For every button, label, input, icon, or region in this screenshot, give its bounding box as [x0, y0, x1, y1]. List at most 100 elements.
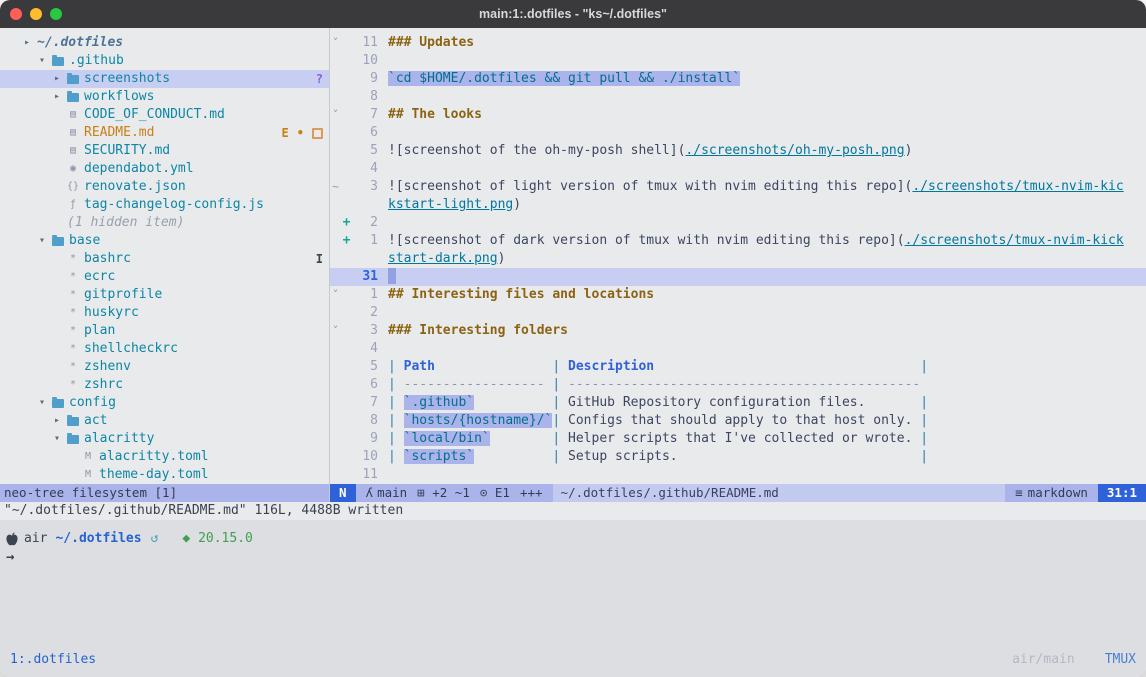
line-number: 11: [352, 466, 378, 484]
diagnostics-count: ⊙ E1: [480, 484, 510, 502]
editor-line[interactable]: 9`cd $HOME/.dotfiles && git pull && ./in…: [330, 70, 1146, 88]
arrow-icon: →: [6, 549, 14, 565]
expander-icon[interactable]: ▾: [39, 394, 52, 412]
tree-item-workflows[interactable]: ▸workflows: [0, 88, 329, 106]
editor-line[interactable]: ~3![screenshot of light version of tmux …: [330, 178, 1146, 196]
text-segment: |: [388, 377, 404, 392]
expander-icon[interactable]: ▸: [54, 412, 67, 430]
tree-item-bashrc[interactable]: *bashrcI: [0, 250, 329, 268]
tree-item-label: (1 hidden item): [67, 214, 184, 232]
git-sign: +: [341, 214, 352, 232]
expander-icon[interactable]: ▸: [54, 88, 67, 106]
folder-icon: [67, 417, 79, 426]
editor-line[interactable]: 10| `scripts` | Setup scripts. |: [330, 448, 1146, 466]
expander-icon[interactable]: ▸: [24, 34, 37, 52]
editor-line[interactable]: 10: [330, 52, 1146, 70]
tree-item-1-hidden-item[interactable]: (1 hidden item): [0, 214, 329, 232]
editor-line[interactable]: 7| `.github` | GitHub Repository configu…: [330, 394, 1146, 412]
editor-line[interactable]: start-dark.png): [330, 250, 1146, 268]
folder-icon: [52, 57, 64, 66]
editor-line[interactable]: 9| `local/bin` | Helper scripts that I'v…: [330, 430, 1146, 448]
close-button[interactable]: [10, 8, 22, 20]
tree-item-code-of-conduct-md[interactable]: ▤CODE_OF_CONDUCT.md: [0, 106, 329, 124]
editor-line[interactable]: 2: [330, 304, 1146, 322]
fold-marker: [330, 196, 341, 214]
git-sign: [341, 430, 352, 448]
tree-item-renovate-json[interactable]: {}renovate.json: [0, 178, 329, 196]
editor-line[interactable]: 6: [330, 124, 1146, 142]
tree-item-tag-changelog-config-js[interactable]: ƒtag-changelog-config.js: [0, 196, 329, 214]
tmux-window-name[interactable]: 1:.dotfiles: [10, 651, 96, 669]
editor-line[interactable]: +2: [330, 214, 1146, 232]
line-number: 7: [352, 106, 378, 124]
editor-line[interactable]: 8| `hosts/{hostname}/`| Configs that sho…: [330, 412, 1146, 430]
json-file-icon: {}: [67, 178, 79, 196]
line-number: 1: [352, 232, 378, 250]
text-segment: |: [552, 431, 568, 446]
editor-line[interactable]: kstart-light.png): [330, 196, 1146, 214]
tree-item-act[interactable]: ▸act: [0, 412, 329, 430]
tree-item-dependabot-yml[interactable]: ◉dependabot.yml: [0, 160, 329, 178]
line-number: 10: [352, 52, 378, 70]
tree-item-theme-day-toml[interactable]: Mtheme-day.toml: [0, 466, 329, 484]
editor-buffer[interactable]: ˅11### Updates109`cd $HOME/.dotfiles && …: [330, 28, 1146, 484]
fold-marker: [330, 268, 341, 286]
editor-line[interactable]: 6| ------------------ | ----------------…: [330, 376, 1146, 394]
tree-item-dotfiles[interactable]: ▸~/.dotfiles: [0, 34, 329, 52]
zoom-button[interactable]: [50, 8, 62, 20]
editor-line[interactable]: +1![screenshot of dark version of tmux w…: [330, 232, 1146, 250]
tree-item-huskyrc[interactable]: *huskyrc: [0, 304, 329, 322]
tmux-label: TMUX: [1105, 651, 1136, 669]
expander-icon[interactable]: ▾: [39, 232, 52, 250]
expander-icon[interactable]: ▸: [54, 70, 67, 88]
tree-item-label: zshenv: [84, 358, 131, 376]
tree-item-readme-md[interactable]: ▤README.mdE•: [0, 124, 329, 142]
apple-icon: [6, 532, 18, 546]
tree-item-shellcheckrc[interactable]: *shellcheckrc: [0, 340, 329, 358]
tree-item-zshenv[interactable]: *zshenv: [0, 358, 329, 376]
editor-line[interactable]: 5![screenshot of the oh-my-posh shell](.…: [330, 142, 1146, 160]
gutter-gap: [378, 106, 388, 124]
expander-icon[interactable]: ▾: [54, 430, 67, 448]
prompt-arrow[interactable]: →: [6, 548, 1146, 566]
window-title: main:1:.dotfiles - "ks~/.dotfiles": [479, 7, 667, 21]
tree-item-plan[interactable]: *plan: [0, 322, 329, 340]
line-number: 31: [352, 268, 378, 286]
git-branch-icon: ʎ: [366, 484, 374, 502]
tree-item-ecrc[interactable]: *ecrc: [0, 268, 329, 286]
tree-item-base[interactable]: ▾base: [0, 232, 329, 250]
tree-item-label: gitprofile: [84, 286, 162, 304]
editor-line[interactable]: 5| Path | Description |: [330, 358, 1146, 376]
editor-line[interactable]: 8: [330, 88, 1146, 106]
line-text: [388, 268, 1146, 286]
tree-item-config[interactable]: ▾config: [0, 394, 329, 412]
tree-item-security-md[interactable]: ▤SECURITY.md: [0, 142, 329, 160]
editor-line[interactable]: ˅11### Updates: [330, 34, 1146, 52]
tree-item-alacritty[interactable]: ▾alacritty: [0, 430, 329, 448]
text-segment: |: [388, 413, 404, 428]
gutter-gap: [378, 250, 388, 268]
tree-item-zshrc[interactable]: *zshrc: [0, 376, 329, 394]
editor-line[interactable]: 31: [330, 268, 1146, 286]
tree-item-screenshots[interactable]: ▸screenshots?: [0, 70, 329, 88]
fold-marker: [330, 70, 341, 88]
gutter-gap: [378, 268, 388, 286]
editor-line[interactable]: ˅7## The looks: [330, 106, 1146, 124]
tree-item-github[interactable]: ▾.github: [0, 52, 329, 70]
editor-line[interactable]: ˅1## Interesting files and locations: [330, 286, 1146, 304]
gutter-gap: [378, 214, 388, 232]
text-segment: ): [905, 143, 913, 158]
text-segment: |: [552, 413, 568, 428]
tree-item-gitprofile[interactable]: *gitprofile: [0, 286, 329, 304]
git-status-badges: ?: [316, 70, 329, 88]
editor-line[interactable]: 4: [330, 340, 1146, 358]
editor-line[interactable]: ˅3### Interesting folders: [330, 322, 1146, 340]
expander-icon[interactable]: ▾: [39, 52, 52, 70]
text-segment: ### Interesting folders: [388, 323, 568, 338]
md-file-icon: ▤: [67, 106, 79, 124]
tree-item-alacritty-toml[interactable]: Malacritty.toml: [0, 448, 329, 466]
editor-line[interactable]: 11: [330, 466, 1146, 484]
line-number: 6: [352, 124, 378, 142]
minimize-button[interactable]: [30, 8, 42, 20]
editor-line[interactable]: 4: [330, 160, 1146, 178]
